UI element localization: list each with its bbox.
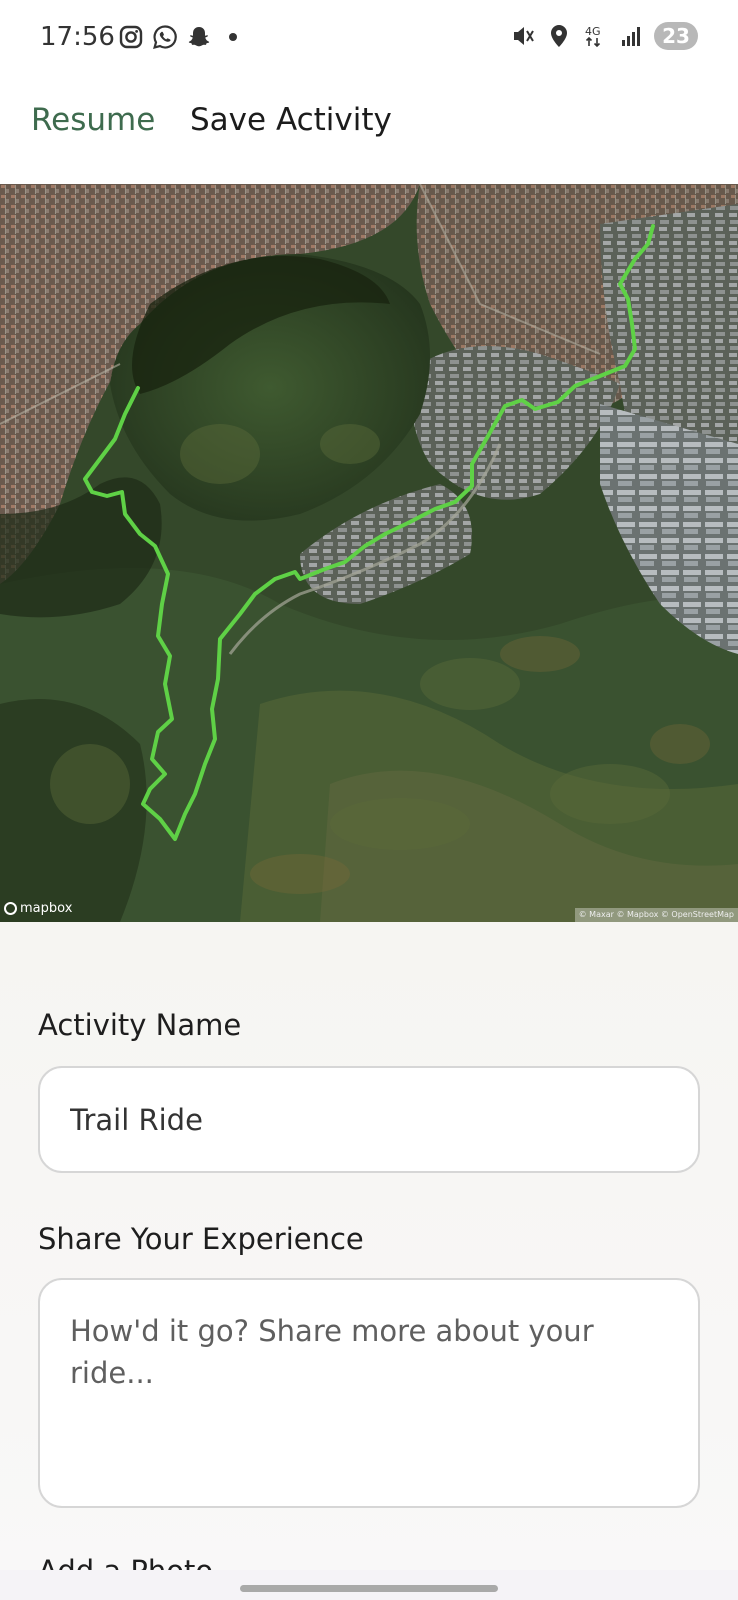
- map-attribution[interactable]: © Maxar © Mapbox © OpenStreetMap: [574, 908, 738, 922]
- map-canvas: [0, 184, 738, 922]
- battery-indicator: 23: [654, 22, 698, 50]
- page-title: Save Activity: [190, 102, 392, 138]
- 4g-icon: 4G: [585, 25, 601, 48]
- dot-icon: [229, 33, 237, 41]
- mapbox-icon: [4, 902, 17, 915]
- mapbox-logo[interactable]: mapbox: [4, 901, 72, 916]
- status-bar: 17:56 4G 23: [0, 0, 738, 78]
- svg-text:4G: 4G: [585, 25, 601, 38]
- route-map[interactable]: mapbox © Maxar © Mapbox © OpenStreetMap: [0, 184, 738, 922]
- activity-name-label: Activity Name: [38, 1008, 242, 1042]
- mapbox-logo-text: mapbox: [20, 901, 73, 916]
- snapchat-icon: [188, 27, 210, 47]
- home-handle[interactable]: [240, 1585, 498, 1592]
- resume-button[interactable]: Resume: [31, 102, 155, 138]
- activity-name-input[interactable]: [38, 1066, 700, 1173]
- instagram-icon: [119, 25, 143, 49]
- signal-icon: [622, 27, 640, 46]
- experience-label: Share Your Experience: [38, 1222, 364, 1256]
- location-icon: [551, 25, 567, 47]
- experience-textarea[interactable]: [38, 1278, 700, 1508]
- mute-icon: [514, 27, 534, 45]
- status-time: 17:56: [40, 22, 115, 52]
- gesture-nav-bar: [0, 1570, 738, 1600]
- activity-form: Activity Name Share Your Experience Add …: [0, 922, 738, 1600]
- notification-icons: [118, 24, 246, 50]
- app-header: Resume Save Activity: [0, 78, 738, 184]
- whatsapp-icon: [153, 25, 177, 50]
- system-icons: 4G 23: [510, 22, 698, 50]
